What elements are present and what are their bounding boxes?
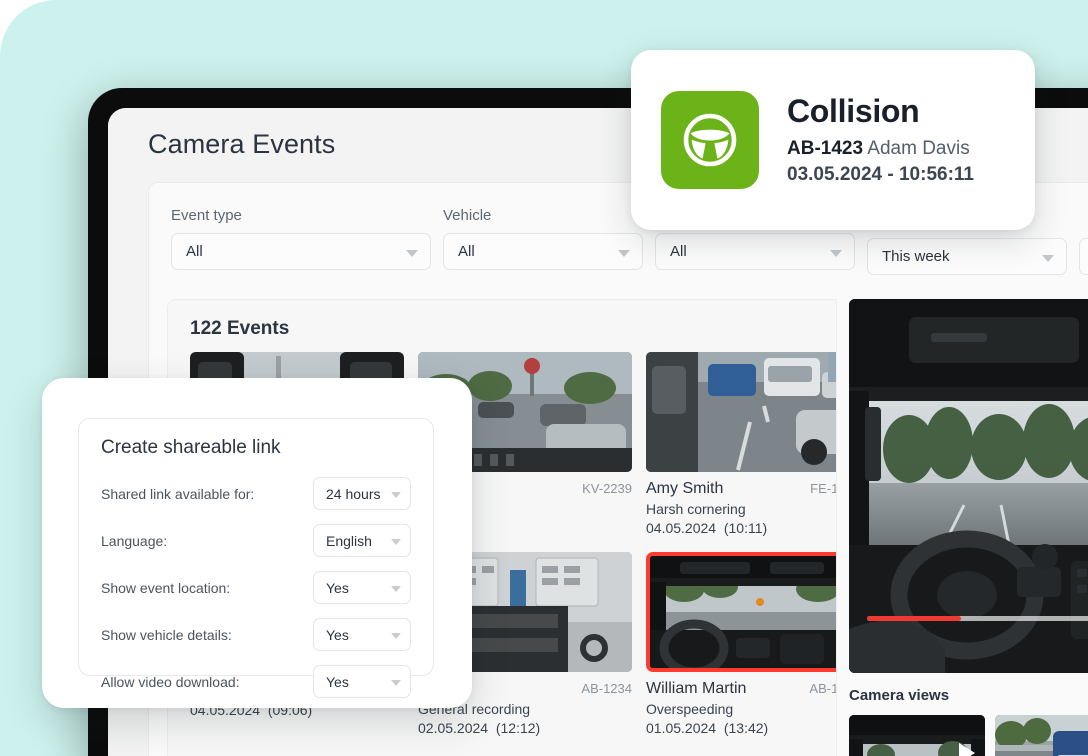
prev-page-button[interactable] <box>1079 238 1088 275</box>
video-panel: Camera views <box>849 299 1088 756</box>
share-option-row: Language: English <box>101 524 411 557</box>
filter-event-type-select[interactable]: All <box>171 233 431 270</box>
steering-wheel-icon <box>661 91 759 189</box>
share-option-value: 24 hours <box>326 485 381 502</box>
rear-camera-thumb-image <box>995 715 1088 756</box>
collision-vehicle-driver: AB-1423 Adam Davis <box>787 138 974 160</box>
collision-driver: Adam Davis <box>867 137 970 159</box>
filter-vehicle-label: Vehicle <box>443 207 492 224</box>
event-date: 02.05.2024 <box>418 720 489 736</box>
event-vehicle-plate: FE-1244 <box>810 481 836 496</box>
share-dialog-rows: Shared link available for: 24 hours Langua… <box>101 477 411 698</box>
event-driver-name: William Martin <box>646 680 747 697</box>
camera-views-thumbnails <box>849 715 1088 756</box>
events-count-label: 122 Events <box>190 318 290 339</box>
event-vehicle-plate: KV-2239 <box>582 481 632 496</box>
share-option-row: Show vehicle details: Yes <box>101 618 411 651</box>
chevron-down-icon <box>1042 254 1054 262</box>
event-date: 01.05.2024 <box>646 720 717 736</box>
share-option-label: Language: <box>101 532 168 549</box>
event-datetime: 02.05.2024 (12:12) <box>418 720 632 736</box>
page-title: Camera Events <box>148 129 336 159</box>
share-option-row: Allow video download: Yes <box>101 665 411 698</box>
filter-date-range-value: This week <box>882 248 950 265</box>
filter-date-range-select[interactable]: This week <box>867 238 1067 275</box>
video-progress-fill <box>867 616 961 621</box>
chevron-down-icon <box>406 249 418 257</box>
collision-plate: AB-1423 <box>787 137 864 159</box>
video-player[interactable] <box>849 299 1088 673</box>
event-date: 04.05.2024 <box>646 520 717 536</box>
filter-event-type: Event type All <box>171 207 431 270</box>
share-option-select[interactable]: Yes <box>313 665 411 698</box>
chevron-down-icon <box>391 491 401 498</box>
event-time: (12:12) <box>495 720 541 736</box>
collision-timestamp: 03.05.2024 - 10:56:11 <box>787 163 974 185</box>
collision-title: Collision <box>787 93 920 130</box>
chevron-down-icon <box>830 249 842 257</box>
event-datetime: 01.05.2024 (13:42) <box>646 720 836 736</box>
chevron-down-icon <box>391 538 401 545</box>
chevron-down-icon <box>391 679 401 686</box>
share-option-row: Show event location: Yes <box>101 571 411 604</box>
share-option-label: Show vehicle details: <box>101 626 232 643</box>
rear-camera-thumb[interactable] <box>995 715 1088 756</box>
share-option-value: Yes <box>326 626 349 643</box>
camera-views-label: Camera views <box>849 687 950 704</box>
share-option-label: Allow video download: <box>101 673 240 690</box>
create-shareable-link-dialog: Create shareable link Shared link availa… <box>42 378 472 708</box>
event-time: (10:11) <box>723 520 768 536</box>
event-thumbnail <box>646 552 836 672</box>
chevron-down-icon <box>391 632 401 639</box>
filter-driver-select[interactable]: All <box>655 233 855 270</box>
share-option-row: Shared link available for: 24 hours <box>101 477 411 510</box>
play-icon <box>959 743 975 756</box>
collision-notification-card[interactable]: Collision AB-1423 Adam Davis 03.05.2024 … <box>631 50 1035 230</box>
event-meta: Amy Smith FE-1244 Harsh cornering 04.05.202… <box>646 472 836 536</box>
share-dialog-inner-card: Create shareable link Shared link availa… <box>78 418 434 698</box>
filter-event-type-label: Event type <box>171 207 242 224</box>
front-camera-thumb[interactable] <box>849 715 985 756</box>
event-meta: William Martin AB-1234 Overspeeding 01.05.2… <box>646 672 836 736</box>
event-card[interactable]: Amy Smith FE-1244 Harsh cornering 04.05.202… <box>646 352 836 536</box>
filter-vehicle: Vehicle All <box>443 207 643 270</box>
event-type-label: Overspeeding <box>646 701 734 717</box>
chevron-down-icon <box>618 249 630 257</box>
share-option-select[interactable]: English <box>313 524 411 557</box>
filter-event-type-value: All <box>186 243 203 260</box>
share-option-value: Yes <box>326 673 349 690</box>
filter-date-range: This week <box>867 238 1067 275</box>
steering-wheel-glyph <box>683 113 737 167</box>
filter-driver-value: All <box>670 243 687 260</box>
event-thumbnail <box>646 352 836 472</box>
share-option-label: Shared link available for: <box>101 485 255 502</box>
event-driver-name: Amy Smith <box>646 480 724 497</box>
video-progress-bar[interactable] <box>867 616 1088 621</box>
collision-text-block: Collision AB-1423 Adam Davis 03.05.2024 … <box>787 94 974 185</box>
chevron-down-icon <box>391 585 401 592</box>
share-option-value: Yes <box>326 579 349 596</box>
event-vehicle-plate: AB-1234 <box>809 681 836 696</box>
share-option-select[interactable]: 24 hours <box>313 477 411 510</box>
share-option-select[interactable]: Yes <box>313 571 411 604</box>
share-option-value: English <box>326 532 372 549</box>
event-driver-row: William Martin AB-1234 <box>646 680 836 698</box>
share-dialog-title: Create shareable link <box>101 437 281 458</box>
filter-vehicle-value: All <box>458 243 475 260</box>
event-type-label: Harsh cornering <box>646 501 746 517</box>
share-option-select[interactable]: Yes <box>313 618 411 651</box>
event-driver-row: Amy Smith FE-1244 <box>646 480 836 498</box>
event-datetime: 04.05.2024 (10:11) <box>646 520 836 536</box>
event-vehicle-plate: AB-1234 <box>581 681 632 696</box>
filter-vehicle-select[interactable]: All <box>443 233 643 270</box>
event-card[interactable]: William Martin AB-1234 Overspeeding 01.05.2… <box>646 552 836 736</box>
share-option-label: Show event location: <box>101 579 231 596</box>
event-time: (13:42) <box>723 720 769 736</box>
